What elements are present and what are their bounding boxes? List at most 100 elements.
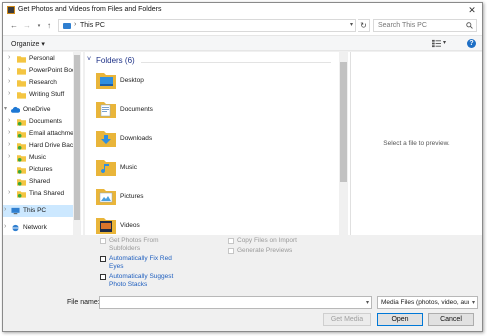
nav-scrollbar[interactable] xyxy=(73,52,81,235)
breadcrumb-location[interactable]: This PC xyxy=(80,22,105,29)
back-button[interactable]: ← xyxy=(9,20,19,32)
up-button[interactable]: ↑ xyxy=(44,20,54,32)
synced-folder-icon xyxy=(17,119,26,126)
filename-input[interactable]: ▾ xyxy=(99,296,372,309)
tree-item-pictures[interactable]: Pictures xyxy=(3,164,73,176)
view-dropdown-icon[interactable]: ▾ xyxy=(443,39,446,46)
tree-item-powerpoint[interactable]: › PowerPoint Boo xyxy=(3,65,76,77)
tree-item-tina-shared[interactable]: › Tina Shared xyxy=(3,188,73,200)
folder-pictures[interactable]: Pictures xyxy=(95,185,295,211)
fix-red-eyes-option[interactable]: Automatically Fix Red Eyes xyxy=(100,255,180,271)
folder-music[interactable]: Music xyxy=(95,156,295,182)
tree-item-network[interactable]: › Network xyxy=(3,222,73,234)
tree-item-music[interactable]: › Music xyxy=(3,152,73,164)
chevron-down-icon[interactable]: ▾ xyxy=(472,299,475,306)
group-collapse-icon[interactable]: ˅ xyxy=(87,56,91,63)
expand-chevron-icon[interactable]: › xyxy=(4,223,6,230)
option-label: Automatically Suggest xyxy=(109,273,174,280)
folder-label: Music xyxy=(120,164,137,171)
expand-chevron-icon[interactable]: › xyxy=(8,153,10,160)
expand-chevron-icon[interactable]: › xyxy=(8,141,10,148)
help-icon[interactable]: ? xyxy=(467,39,476,48)
get-photos-subfolders-checkbox[interactable] xyxy=(100,238,106,244)
tree-item-label: Personal xyxy=(29,55,55,62)
organize-button[interactable]: Organize ▾ xyxy=(11,40,45,48)
folder-label: Documents xyxy=(120,106,153,113)
documents-folder-icon xyxy=(96,102,116,118)
expand-chevron-icon[interactable]: › xyxy=(8,90,10,97)
tree-item-email-attachments[interactable]: › Email attachmer xyxy=(3,128,76,140)
copy-files-checkbox[interactable] xyxy=(228,238,234,244)
tree-item-shared[interactable]: Shared xyxy=(3,176,73,188)
suggest-photo-stacks-checkbox[interactable] xyxy=(100,274,106,280)
folder-downloads[interactable]: Downloads xyxy=(95,127,295,153)
tree-item-label: Research xyxy=(29,79,57,86)
folder-desktop[interactable]: Desktop xyxy=(95,69,295,95)
get-media-button[interactable]: Get Media xyxy=(323,313,371,326)
option-label: Generate Previews xyxy=(237,247,293,254)
file-type-value: Media Files (photos, video, aud xyxy=(381,299,469,306)
file-type-filter[interactable]: Media Files (photos, video, aud ▾ xyxy=(377,296,478,309)
forward-arrow-icon: → xyxy=(23,21,31,30)
videos-folder-icon xyxy=(96,218,116,234)
tree-item-writing-stuff[interactable]: › Writing Stuff xyxy=(3,89,73,101)
expand-chevron-icon[interactable]: › xyxy=(8,54,10,61)
folder-documents[interactable]: Documents xyxy=(95,98,295,124)
fix-red-eyes-checkbox[interactable] xyxy=(100,256,106,262)
close-button[interactable]: ✕ xyxy=(465,4,479,16)
title-bar: Get Photos and Videos from Files and Fol… xyxy=(3,3,482,17)
folder-label: Downloads xyxy=(120,135,153,142)
option-label: Eyes xyxy=(109,263,124,270)
tree-item-label: Pictures xyxy=(29,166,53,173)
preview-pane: Select a file to preview. xyxy=(350,52,482,235)
view-options-icon[interactable] xyxy=(432,39,441,48)
synced-folder-icon xyxy=(17,191,26,198)
back-arrow-icon: ← xyxy=(10,21,18,30)
option-label: Copy Files on Import xyxy=(237,237,297,244)
address-dropdown-icon[interactable]: ▾ xyxy=(350,21,353,28)
expand-chevron-icon[interactable]: › xyxy=(8,66,10,73)
chevron-down-icon[interactable]: ▾ xyxy=(366,299,369,306)
nav-scrollbar-thumb[interactable] xyxy=(74,55,80,220)
expand-chevron-icon[interactable]: › xyxy=(8,189,10,196)
folder-label: Desktop xyxy=(120,77,144,84)
preview-message: Select a file to preview. xyxy=(383,140,450,147)
suggest-photo-stacks-option[interactable]: Automatically Suggest Photo Stacks xyxy=(100,273,180,289)
app-icon xyxy=(7,6,15,14)
recent-locations-button[interactable]: ▾ xyxy=(34,20,44,32)
open-button[interactable]: Open xyxy=(377,313,423,326)
folder-icon xyxy=(17,92,26,99)
folders-group-header[interactable]: ˅ Folders (6) xyxy=(87,56,331,68)
expand-chevron-icon[interactable]: › xyxy=(8,117,10,124)
collapse-chevron-icon[interactable]: ▾ xyxy=(4,105,7,112)
folder-label: Pictures xyxy=(120,193,144,200)
cancel-button[interactable]: Cancel xyxy=(428,313,474,326)
generate-previews-option[interactable]: Generate Previews xyxy=(228,247,308,256)
folder-label: Videos xyxy=(120,222,140,229)
tree-item-hard-drive-backup[interactable]: › Hard Drive Backu xyxy=(3,140,80,152)
search-input[interactable]: Search This PC xyxy=(373,19,477,32)
expand-chevron-icon[interactable]: › xyxy=(8,129,10,136)
get-photos-subfolders-option[interactable]: Get Photos From Subfolders xyxy=(100,237,170,253)
expand-chevron-icon[interactable]: › xyxy=(4,206,6,213)
tree-item-onedrive[interactable]: ▾ OneDrive xyxy=(3,104,73,116)
pc-icon xyxy=(11,207,20,215)
generate-previews-checkbox[interactable] xyxy=(228,248,234,254)
dialog-footer: File name: ▾ Media Files (photos, video,… xyxy=(3,295,482,333)
option-label: Subfolders xyxy=(109,245,141,252)
file-list-pane: ˅ Folders (6) Desktop Documents Download… xyxy=(85,52,350,235)
tree-item-this-pc[interactable]: › This PC xyxy=(3,205,73,217)
navigation-bar: ← → ▾ ↑ › This PC ▾ ↻ Search This PC xyxy=(3,17,482,35)
forward-button[interactable]: → xyxy=(22,20,32,32)
synced-folder-icon xyxy=(17,155,26,162)
tree-item-research[interactable]: › Research xyxy=(3,77,73,89)
folder-videos[interactable]: Videos xyxy=(95,214,295,235)
tree-item-documents[interactable]: › Documents xyxy=(3,116,73,128)
address-bar[interactable]: › This PC ▾ xyxy=(58,19,356,32)
file-list-scrollbar-thumb[interactable] xyxy=(340,62,347,182)
refresh-button[interactable]: ↻ xyxy=(358,19,370,32)
tree-item-personal[interactable]: › Personal xyxy=(3,53,73,65)
file-list-scrollbar[interactable] xyxy=(339,52,348,235)
copy-files-option[interactable]: Copy Files on Import xyxy=(228,237,308,246)
expand-chevron-icon[interactable]: › xyxy=(8,78,10,85)
